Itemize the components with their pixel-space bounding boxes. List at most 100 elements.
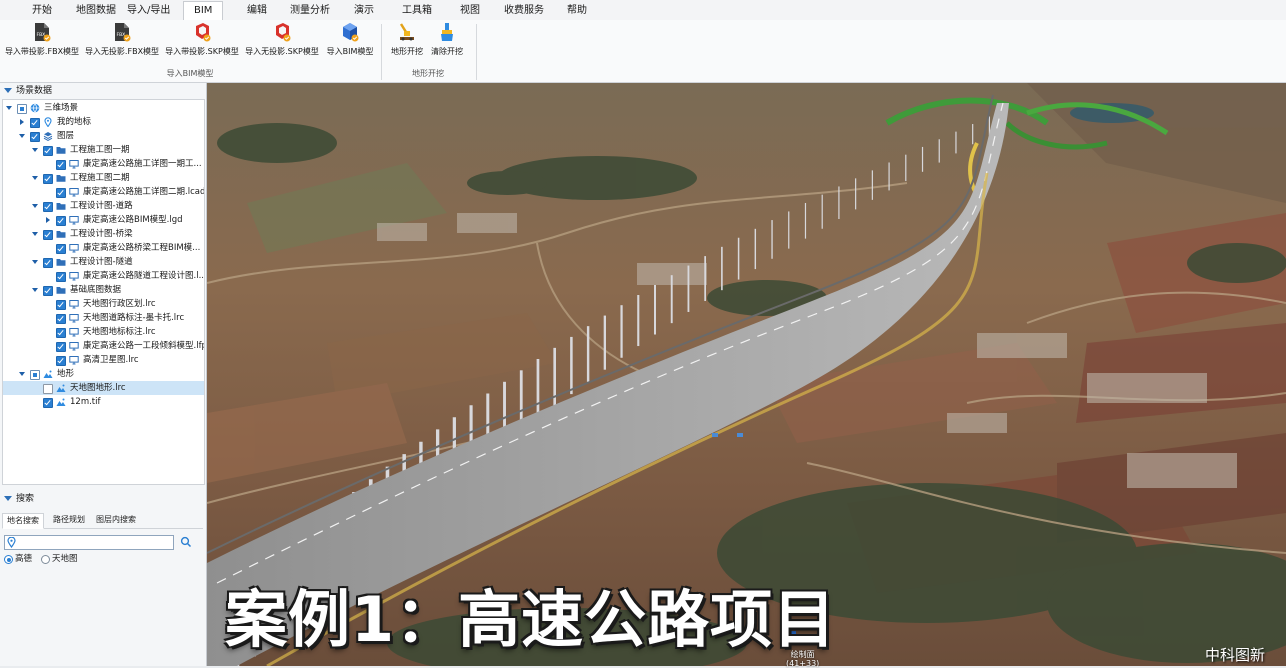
tree-row[interactable]: 地形 (3, 367, 204, 381)
expand-right-icon[interactable] (45, 213, 53, 227)
import-skp-noproj-button[interactable]: 导入无投影.SKP模型 (244, 22, 320, 62)
search-header[interactable]: 搜索 (0, 492, 206, 506)
expand-down-icon[interactable] (32, 171, 40, 185)
tree-row[interactable]: 康定高速公路桥梁工程BIM模... (3, 241, 204, 255)
menu-map-data[interactable]: 地图数据 (76, 0, 116, 20)
layer-checkbox[interactable] (30, 370, 40, 380)
layer-checkbox[interactable] (56, 342, 66, 352)
layer-checkbox[interactable] (43, 384, 53, 394)
tree-row[interactable]: 天地图地形.lrc (3, 381, 204, 395)
tree-row[interactable]: 天地图地标标注.lrc (3, 325, 204, 339)
import-bim-button[interactable]: 导入BIM模型 (324, 22, 376, 62)
layer-checkbox[interactable] (43, 202, 53, 212)
import-skp-proj-button[interactable]: 导入带投影.SKP模型 (164, 22, 240, 62)
terrain-icon (43, 369, 53, 379)
tab-layer-search[interactable]: 图层内搜索 (92, 513, 140, 527)
tree-row[interactable]: 12m.tif (3, 395, 204, 409)
expand-down-icon[interactable] (6, 101, 14, 115)
menu-import-export[interactable]: 导入/导出 (127, 0, 170, 20)
tree-row[interactable]: 我的地标 (3, 115, 204, 129)
menu-demo[interactable]: 演示 (354, 0, 374, 20)
import-fbx-noproj-button[interactable]: FBX 导入无投影.FBX模型 (84, 22, 160, 62)
excavator-icon (399, 23, 414, 41)
search-tabs: 地名搜索 路径规划 图层内搜索 (2, 513, 203, 529)
tree-label: 康定高速公路施工详图二期.lcad (83, 187, 204, 197)
radio-gaode[interactable] (4, 555, 13, 564)
tree-label: 12m.tif (70, 397, 101, 407)
pin-icon (43, 117, 53, 127)
expand-down-icon[interactable] (32, 255, 40, 269)
tree-row[interactable]: 工程施工图二期 (3, 171, 204, 185)
import-fbx-proj-button[interactable]: FBX 导入带投影.FBX模型 (4, 22, 80, 62)
scene-3d-view[interactable] (207, 83, 1286, 666)
tab-route-planning[interactable]: 路径规划 (49, 513, 89, 527)
layer-checkbox[interactable] (43, 398, 53, 408)
ribbon: FBX 导入带投影.FBX模型 FBX 导入无投影.FBX模型 导入带投影.SK… (0, 20, 1286, 83)
tree-row[interactable]: 三维场景 (3, 101, 204, 115)
menu-measure[interactable]: 测量分析 (290, 0, 330, 20)
radio-tianditu[interactable] (41, 555, 50, 564)
tree-row[interactable]: 康定高速公路一工段倾斜模型.lfp (3, 339, 204, 353)
tree-row[interactable]: 图层 (3, 129, 204, 143)
layer-checkbox[interactable] (56, 272, 66, 282)
layer-checkbox[interactable] (56, 216, 66, 226)
layer-checkbox[interactable] (43, 146, 53, 156)
layer-checkbox[interactable] (56, 356, 66, 366)
layer-checkbox[interactable] (56, 188, 66, 198)
monitor-icon (69, 215, 79, 225)
tree-row[interactable]: 康定高速公路施工详图二期.lcad (3, 185, 204, 199)
menu-edit[interactable]: 编辑 (247, 0, 267, 20)
expand-down-icon[interactable] (19, 367, 27, 381)
scene-data-header[interactable]: 场景数据 (0, 84, 206, 98)
layer-checkbox[interactable] (56, 244, 66, 254)
tree-row[interactable]: 工程设计图-道路 (3, 199, 204, 213)
tree-row[interactable]: 高清卫星图.lrc (3, 353, 204, 367)
tree-label: 天地图道路标注-墨卡托.lrc (83, 313, 185, 323)
tree-row[interactable]: 康定高速公路施工详图一期工... (3, 157, 204, 171)
layer-checkbox[interactable] (30, 118, 40, 128)
folder-icon (56, 201, 66, 211)
layer-checkbox[interactable] (17, 104, 27, 114)
tree-row[interactable]: 工程施工图一期 (3, 143, 204, 157)
layer-checkbox[interactable] (56, 314, 66, 324)
layer-checkbox[interactable] (56, 300, 66, 310)
expand-down-icon[interactable] (32, 143, 40, 157)
layer-checkbox[interactable] (43, 258, 53, 268)
layer-checkbox[interactable] (43, 174, 53, 184)
terrain-dig-label: 地形开挖 (391, 47, 423, 56)
tree-row[interactable]: 工程设计图-桥梁 (3, 227, 204, 241)
menu-start[interactable]: 开始 (32, 0, 52, 20)
search-input[interactable] (4, 535, 174, 550)
monitor-icon (69, 341, 79, 351)
globe-icon (30, 103, 40, 113)
search-icon[interactable] (180, 536, 192, 548)
tree-row[interactable]: 康定高速公路BIM模型.lgd (3, 213, 204, 227)
tree-row[interactable]: 天地图行政区划.lrc (3, 297, 204, 311)
menu-bim[interactable]: BIM (183, 1, 224, 22)
tree-row[interactable]: 天地图道路标注-墨卡托.lrc (3, 311, 204, 325)
layer-checkbox[interactable] (43, 230, 53, 240)
tree-row[interactable]: 基础底图数据 (3, 283, 204, 297)
layer-checkbox[interactable] (56, 328, 66, 338)
menu-toolbox[interactable]: 工具箱 (402, 0, 432, 20)
expand-down-icon[interactable] (32, 283, 40, 297)
source-radio-group: 高德 天地图 (4, 553, 204, 565)
search-title: 搜索 (16, 494, 35, 504)
tree-row[interactable]: 工程设计图-隧道 (3, 255, 204, 269)
tree-label: 工程设计图-道路 (70, 201, 133, 211)
expand-down-icon[interactable] (32, 199, 40, 213)
menu-paid-service[interactable]: 收费服务 (504, 0, 544, 20)
tree-row[interactable]: 康定高速公路隧道工程设计图.l... (3, 269, 204, 283)
menu-view[interactable]: 视图 (460, 0, 480, 20)
layer-checkbox[interactable] (30, 132, 40, 142)
layer-checkbox[interactable] (56, 160, 66, 170)
terrain-dig-button[interactable]: 地形开挖 (389, 22, 425, 62)
tree-label: 天地图行政区划.lrc (83, 299, 156, 309)
menu-help[interactable]: 帮助 (567, 0, 587, 20)
expand-right-icon[interactable] (19, 115, 27, 129)
tab-place-search[interactable]: 地名搜索 (2, 513, 44, 529)
clear-dig-button[interactable]: 清除开挖 (428, 22, 466, 62)
layer-checkbox[interactable] (43, 286, 53, 296)
expand-down-icon[interactable] (19, 129, 27, 143)
expand-down-icon[interactable] (32, 227, 40, 241)
